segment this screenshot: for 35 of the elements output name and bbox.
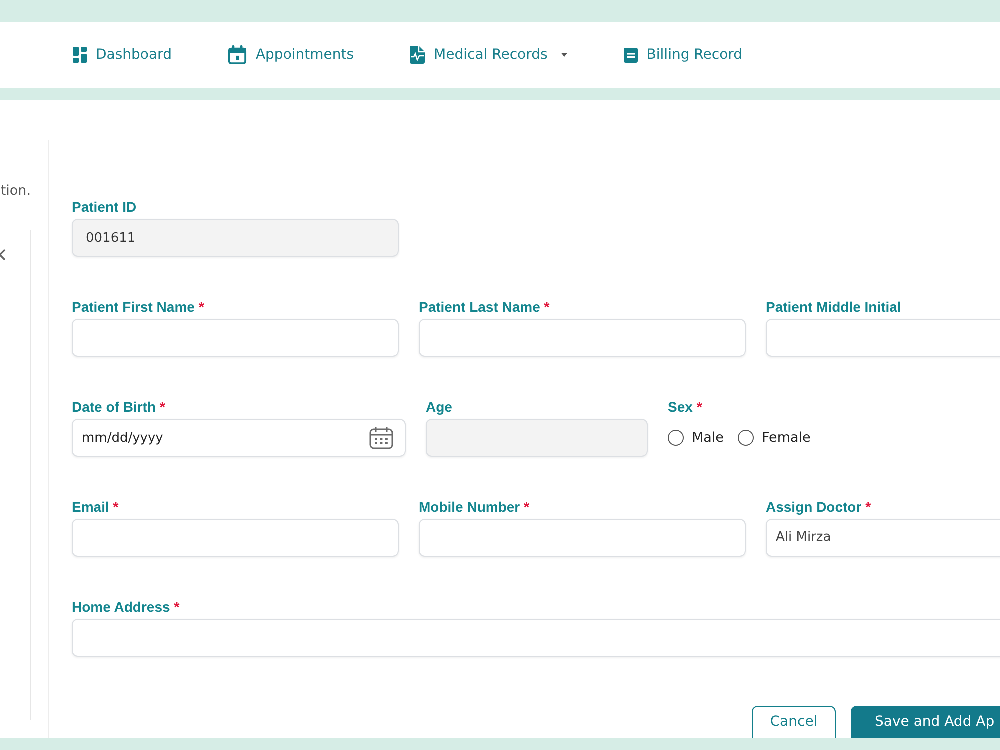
radio-button[interactable] [668,430,684,446]
nav-link[interactable]: Appointments [228,44,354,66]
date-field[interactable]: mm/dd/yyyy [72,419,406,457]
input-field[interactable] [419,319,746,357]
field-label: Email * [72,498,120,517]
radio-label: Female [762,428,811,448]
input-field[interactable] [72,619,1000,657]
nav-link[interactable]: Billing Record [624,44,743,66]
cancel-button[interactable]: Cancel [752,706,836,738]
field-label: Patient Last Name * [419,298,551,317]
document-icon [624,48,638,62]
dashboard-icon [73,47,87,63]
field-label: Home Address * [72,598,181,617]
doctor-select[interactable]: Ali Mirza [766,519,1000,557]
input-field[interactable] [72,519,399,557]
nav-link[interactable]: Dashboard [73,44,172,66]
input-field[interactable] [766,319,1000,357]
nav-link[interactable]: Medical Records [410,44,568,66]
field-label: Assign Doctor * [766,498,872,517]
field-label: Mobile Number * [419,498,530,517]
field-label: Patient ID [72,198,138,217]
field-label: Date of Birth * [72,398,166,417]
calendar-icon[interactable] [369,426,394,450]
field-label: Sex * [668,398,704,417]
field-label: Age [426,398,454,417]
input-field[interactable] [72,319,399,357]
description-text: tion. [0,182,32,201]
calendar-icon [228,45,247,65]
input-field[interactable] [419,519,746,557]
radio-button[interactable] [738,430,754,446]
save-button[interactable]: Save and Add Ap [851,706,1000,738]
medical-file-icon [410,46,426,64]
field-label: Patient Middle Initial [766,298,902,317]
radio-label: Male [692,428,724,448]
field-label: Patient First Name * [72,298,206,317]
